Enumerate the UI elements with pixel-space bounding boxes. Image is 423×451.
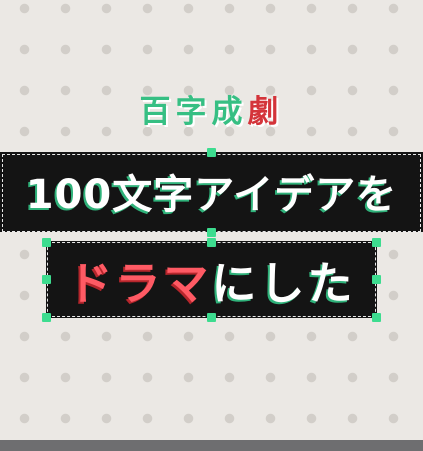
resize-handle-top-left-2[interactable] (42, 238, 51, 247)
resize-handle-bottom-center-1[interactable] (207, 228, 216, 237)
headline-white-text: にした (211, 256, 356, 310)
resize-handle-bottom-center-2[interactable] (207, 313, 216, 322)
bottom-toolbar (0, 440, 423, 451)
subtitle-red-text: 劇 (247, 94, 284, 130)
resize-handle-middle-left-2[interactable] (42, 275, 51, 284)
resize-handle-bottom-left-2[interactable] (42, 313, 51, 322)
resize-handle-top-center-1[interactable] (207, 148, 216, 157)
resize-handle-top-right-2[interactable] (372, 238, 381, 247)
headline-red-text: ドラマ (67, 256, 212, 310)
logo-subtitle: 百字成劇 (0, 86, 423, 131)
resize-handle-bottom-right-2[interactable] (372, 313, 381, 322)
resize-handle-middle-right-2[interactable] (372, 275, 381, 284)
resize-handle-top-center-2[interactable] (207, 238, 216, 247)
headline-line-2: ドラマ にした (46, 246, 377, 312)
headline-line-1: 100文字アイデアを (25, 172, 398, 218)
subtitle-green-text: 百字成 (139, 94, 248, 130)
